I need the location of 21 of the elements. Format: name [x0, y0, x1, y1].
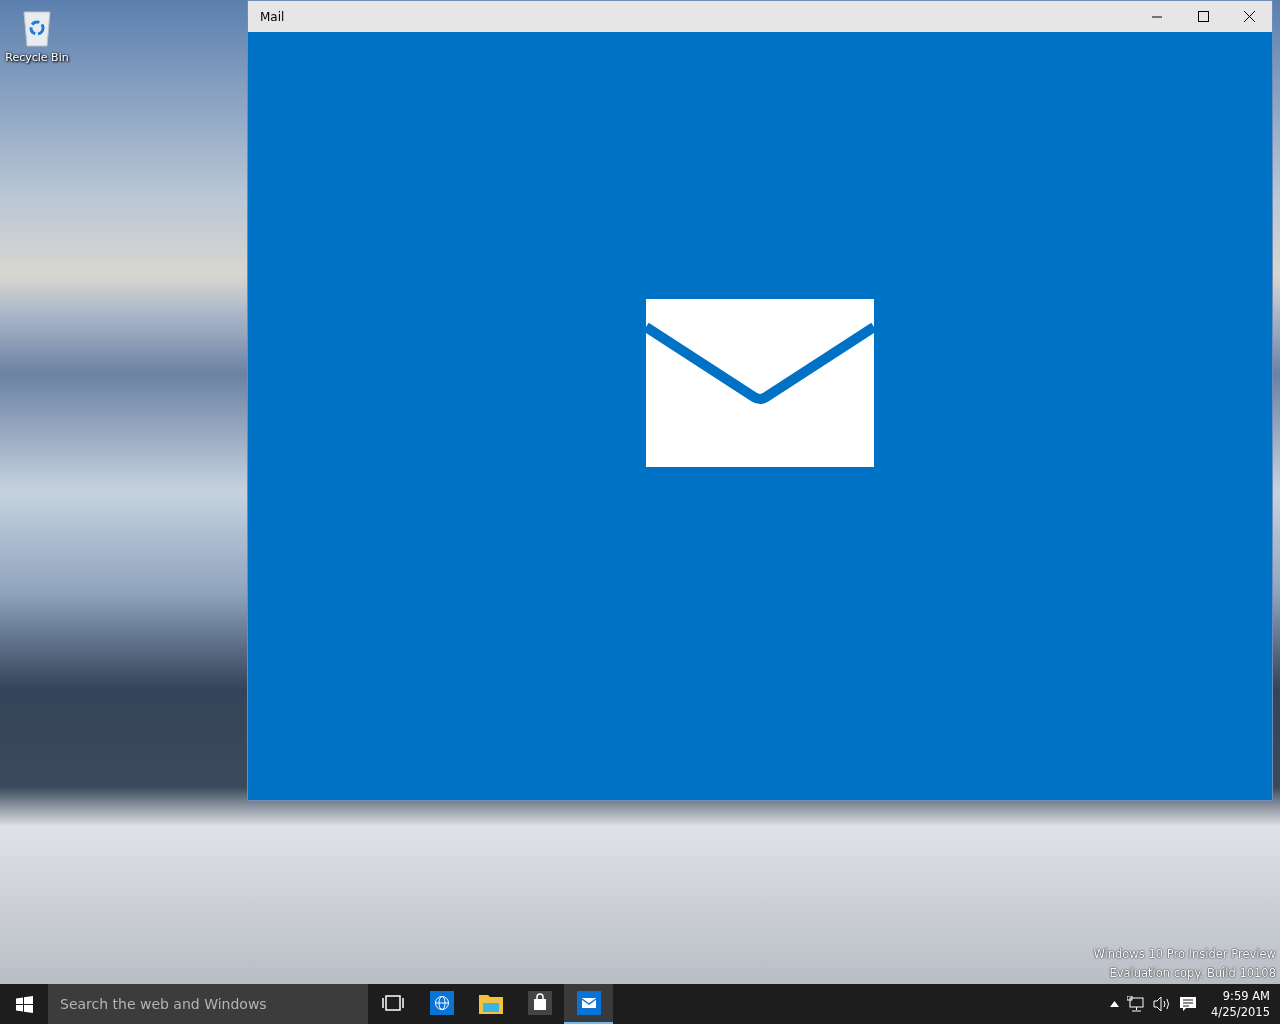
recycle-bin-icon[interactable] [20, 8, 54, 48]
windows-logo-icon [15, 995, 33, 1013]
search-field[interactable]: Search the web and Windows [48, 984, 368, 1024]
task-view-icon [381, 995, 404, 1011]
chevron-up-icon[interactable] [1110, 1001, 1120, 1007]
window-title: Mail [259, 8, 286, 26]
edition-text: Windows 10 Pro Insider Preview [1093, 946, 1276, 963]
envelope-icon [646, 299, 874, 467]
clock-date[interactable]: 4/25/2015 [1211, 1004, 1270, 1020]
close-icon [1243, 11, 1255, 22]
envelope-icon [576, 991, 601, 1015]
network-icon[interactable] [1127, 996, 1146, 1012]
speaker-icon[interactable] [1153, 996, 1172, 1012]
shopping-bag-icon [527, 991, 552, 1015]
maximize-icon [1197, 11, 1209, 22]
edition-text: Evaluation copy. Build 10108 [1109, 965, 1276, 982]
globe-icon [429, 991, 454, 1015]
folder-icon [478, 992, 503, 1014]
taskbar-app-button[interactable] [564, 984, 613, 1024]
notification-icon[interactable] [1179, 996, 1198, 1012]
clock-time[interactable]: 9:59 AM [1222, 988, 1270, 1004]
